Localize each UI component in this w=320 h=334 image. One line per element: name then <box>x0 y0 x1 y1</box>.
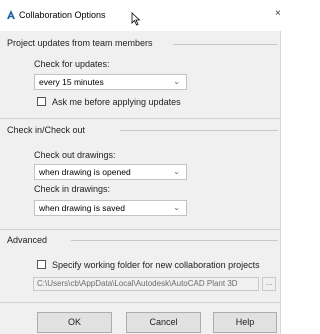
advanced-group-label: Advanced <box>7 235 48 245</box>
cancel-button[interactable]: Cancel <box>126 312 201 333</box>
dialog-content: Project updates from team members Check … <box>0 31 281 334</box>
help-button[interactable]: Help <box>213 312 277 333</box>
check-in-drawings-value: when drawing is saved <box>39 203 125 213</box>
window-title: Collaboration Options <box>19 10 106 20</box>
check-for-updates-value: every 15 minutes <box>39 77 104 87</box>
title-bar: Collaboration Options × <box>0 0 285 31</box>
mouse-cursor-icon <box>131 12 141 26</box>
close-icon[interactable]: × <box>275 8 281 19</box>
working-folder-path-input[interactable]: C:\Users\cb\AppData\Local\Autodesk\AutoC… <box>33 277 259 291</box>
group-separator-line <box>173 44 278 45</box>
ok-button[interactable]: OK <box>37 312 112 333</box>
ask-before-applying-checkbox[interactable] <box>37 97 46 106</box>
section-divider <box>0 229 280 230</box>
ask-before-applying-label[interactable]: Ask me before applying updates <box>52 97 181 107</box>
autocad-a-icon <box>6 9 16 20</box>
working-folder-path-value: C:\Users\cb\AppData\Local\Autodesk\AutoC… <box>37 279 238 288</box>
group-separator-line <box>120 130 278 131</box>
section-divider <box>0 302 280 303</box>
check-in-drawings-dropdown[interactable]: when drawing is saved ⌄ <box>34 200 187 216</box>
check-for-updates-label: Check for updates: <box>34 59 110 69</box>
chevron-down-icon: ⌄ <box>173 77 180 86</box>
check-out-drawings-value: when drawing is opened <box>39 167 131 177</box>
group-separator-line <box>71 240 278 241</box>
check-out-drawings-dropdown[interactable]: when drawing is opened ⌄ <box>34 164 187 180</box>
chevron-down-icon: ⌄ <box>173 203 180 212</box>
check-in-drawings-label: Check in drawings: <box>34 184 111 194</box>
close-button[interactable]: × <box>275 8 285 22</box>
browse-folder-button[interactable]: ... <box>262 277 276 291</box>
chevron-down-icon: ⌄ <box>173 167 180 176</box>
project-updates-group-label: Project updates from team members <box>7 38 153 48</box>
checkin-checkout-group-label: Check in/Check out <box>7 125 86 135</box>
specify-working-folder-checkbox[interactable] <box>37 260 46 269</box>
check-out-drawings-label: Check out drawings: <box>34 150 116 160</box>
specify-working-folder-label[interactable]: Specify working folder for new collabora… <box>52 260 260 270</box>
section-divider <box>0 118 280 119</box>
check-for-updates-dropdown[interactable]: every 15 minutes ⌄ <box>34 74 187 90</box>
